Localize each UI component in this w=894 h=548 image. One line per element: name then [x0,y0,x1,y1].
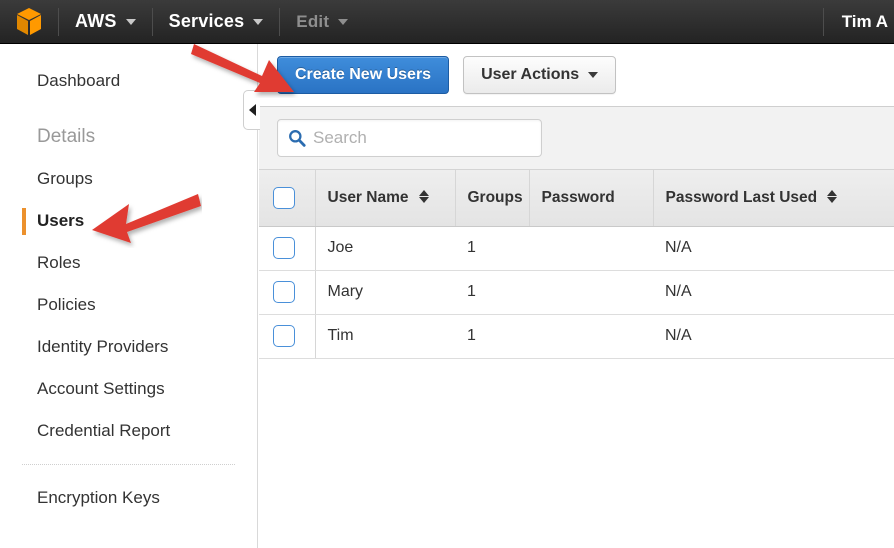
table-header-select-all[interactable] [259,170,315,226]
account-menu-label[interactable]: Tim A [842,12,894,32]
chevron-down-icon [588,72,598,78]
sidebar-item-label: Dashboard [37,71,120,91]
sidebar-item-label: Encryption Keys [37,488,160,508]
chevron-left-icon [249,104,256,116]
sidebar-item-users[interactable]: Users [0,200,257,242]
table-header-password-last-used[interactable]: Password Last Used [653,170,894,226]
sidebar-item-label: Credential Report [37,421,170,441]
cell-password-last-used: N/A [653,314,894,358]
main-content: Create New Users User Actions Search Use… [259,44,894,548]
sidebar-item-roles[interactable]: Roles [0,242,257,284]
cell-password [529,314,653,358]
users-table-body: Joe 1 N/A Mary 1 N/A Tim 1 [259,226,894,358]
table-header-user-name[interactable]: User Name [315,170,455,226]
cell-password [529,226,653,270]
create-new-users-label: Create New Users [295,66,431,84]
table-header-row: User Name Groups Password Password Last … [259,170,894,226]
cell-user-name: Joe [315,226,455,270]
sidebar-item-account-settings[interactable]: Account Settings [0,368,257,410]
table-header-password-label: Password [542,189,615,206]
sidebar-item-label: Identity Providers [37,337,168,357]
cell-groups: 1 [455,314,529,358]
sort-arrows-icon [827,189,836,204]
nav-item-aws-label: AWS [75,11,117,32]
row-select-cell[interactable] [259,314,315,358]
table-row[interactable]: Mary 1 N/A [259,270,894,314]
search-input[interactable]: Search [277,119,542,157]
aws-cube-logo-icon[interactable] [0,0,58,44]
cell-password [529,270,653,314]
search-placeholder: Search [313,128,367,148]
row-select-cell[interactable] [259,270,315,314]
sort-arrows-icon [419,189,428,204]
nav-divider [823,8,824,36]
cell-password-last-used: N/A [653,270,894,314]
sidebar-item-groups[interactable]: Groups [0,158,257,200]
nav-item-edit-label: Edit [296,12,329,32]
sidebar-heading-label: Details [37,126,95,148]
sidebar-item-label: Groups [37,169,93,189]
row-checkbox[interactable] [273,281,295,303]
nav-right-group: Tim A [823,0,894,44]
sidebar-item-encryption-keys[interactable]: Encryption Keys [0,477,257,519]
sidebar-collapse-handle[interactable] [243,90,260,130]
table-header-password-last-used-label: Password Last Used [666,189,818,206]
cell-user-name: Tim [315,314,455,358]
sidebar-item-label: Policies [37,295,96,315]
chevron-down-icon [126,19,136,25]
cell-password-last-used: N/A [653,226,894,270]
table-row[interactable]: Joe 1 N/A [259,226,894,270]
table-header-password[interactable]: Password [529,170,653,226]
sidebar-item-credential-report[interactable]: Credential Report [0,410,257,452]
table-header-groups[interactable]: Groups [455,170,529,226]
sidebar-item-identity-providers[interactable]: Identity Providers [0,326,257,368]
chevron-down-icon [338,19,348,25]
sidebar-item-label: Users [37,211,84,231]
sidebar-divider [22,464,235,465]
chevron-down-icon [253,19,263,25]
select-all-checkbox[interactable] [273,187,295,209]
sidebar-item-dashboard[interactable]: Dashboard [0,60,257,102]
top-navigation-bar: AWS Services Edit Tim A [0,0,894,44]
search-icon [288,129,306,147]
cell-groups: 1 [455,226,529,270]
sidebar-item-label: Account Settings [37,379,165,399]
row-checkbox[interactable] [273,237,295,259]
table-header-user-name-label: User Name [328,189,409,206]
nav-item-services-label: Services [169,11,245,32]
table-header-groups-label: Groups [468,189,523,206]
user-actions-label: User Actions [481,66,579,84]
cell-groups: 1 [455,270,529,314]
nav-item-edit[interactable]: Edit [280,0,364,44]
toolbar: Create New Users User Actions [259,44,894,106]
sidebar-item-label: Roles [37,253,80,273]
users-table: User Name Groups Password Password Last … [259,170,894,359]
user-actions-button[interactable]: User Actions [463,56,616,94]
create-new-users-button[interactable]: Create New Users [277,56,449,94]
search-panel: Search [259,106,894,170]
row-checkbox[interactable] [273,325,295,347]
row-select-cell[interactable] [259,226,315,270]
cell-user-name: Mary [315,270,455,314]
sidebar-heading-details: Details [0,116,257,158]
nav-item-aws[interactable]: AWS [59,0,152,44]
sidebar-item-policies[interactable]: Policies [0,284,257,326]
table-row[interactable]: Tim 1 N/A [259,314,894,358]
sidebar: Dashboard Details Groups Users Roles Pol… [0,44,258,548]
nav-item-services[interactable]: Services [153,0,280,44]
